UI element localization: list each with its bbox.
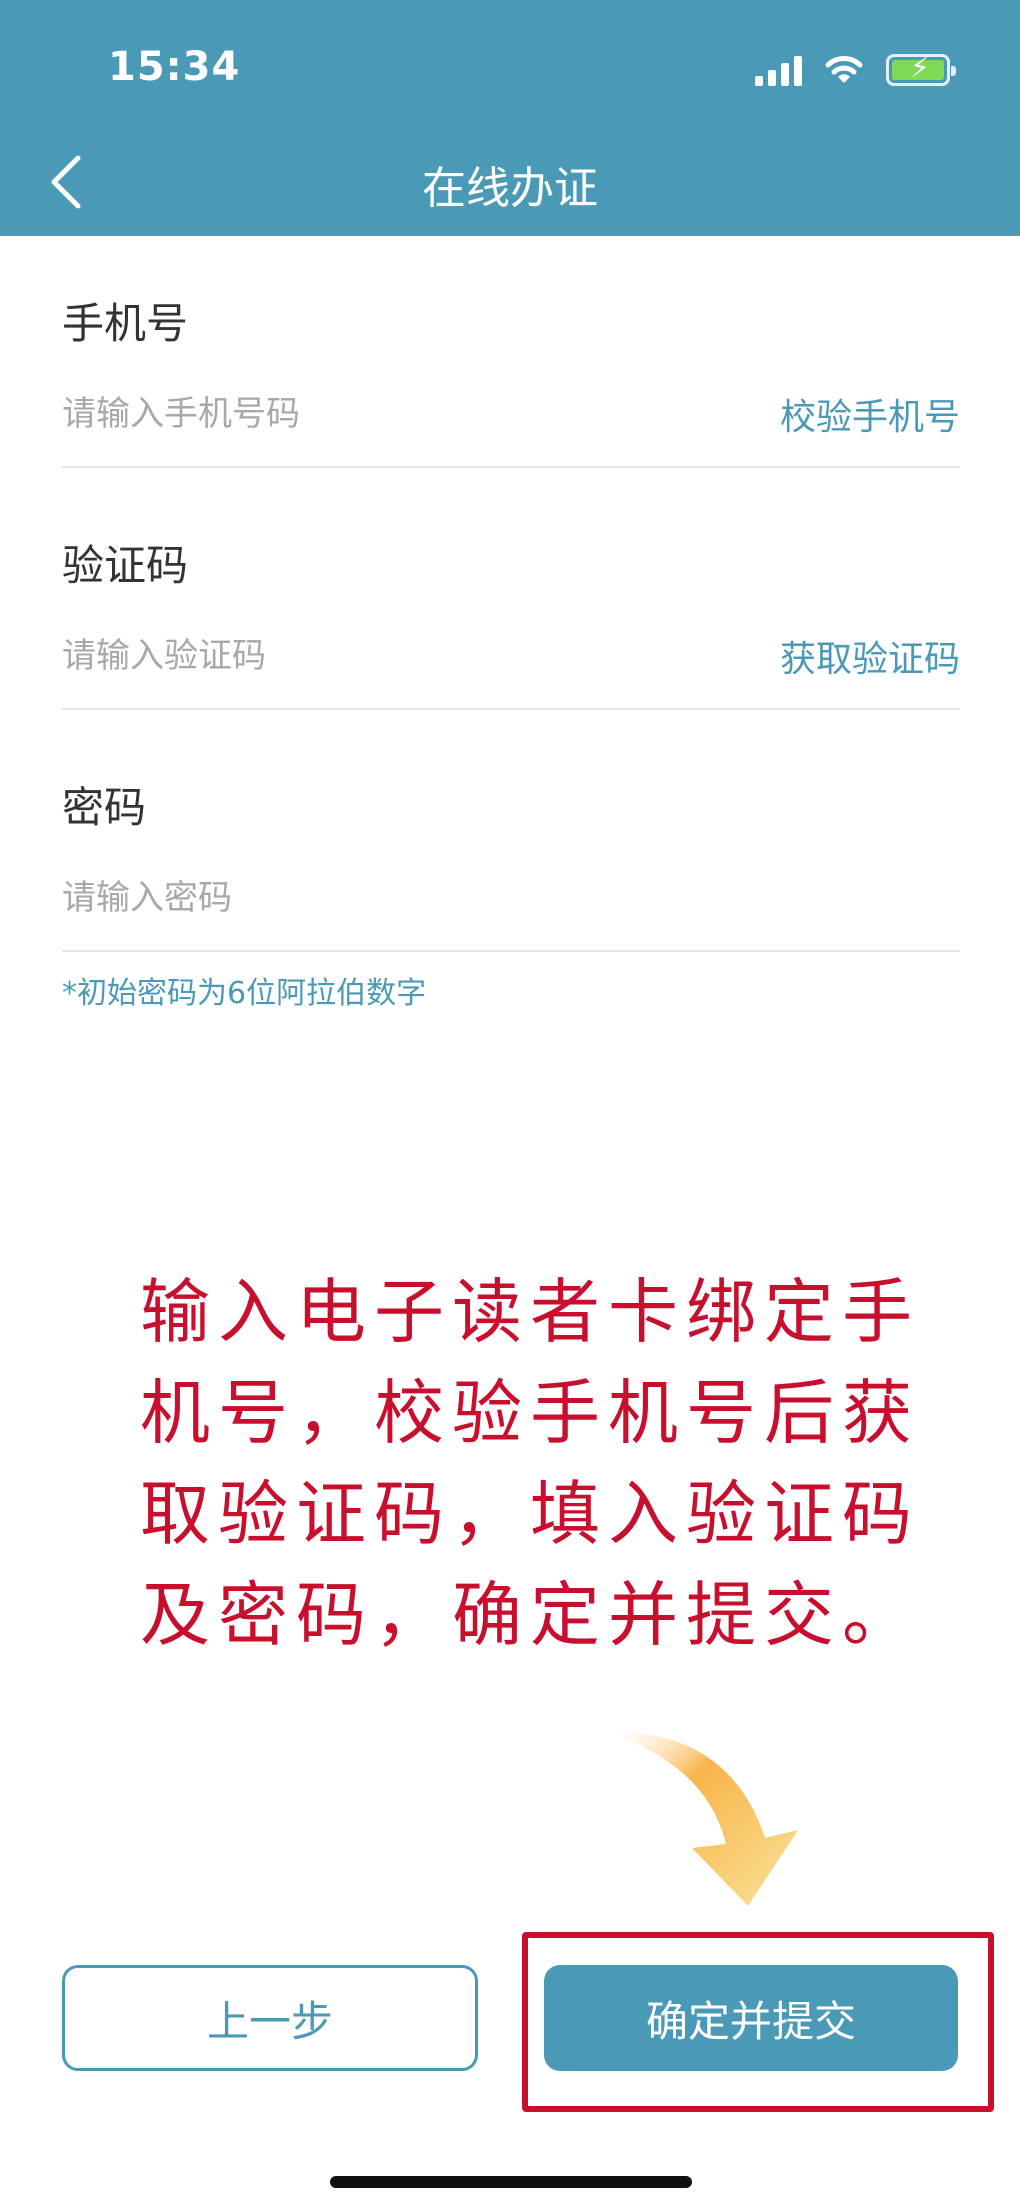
password-field-group: 密码 [62,774,960,952]
phone-divider [62,466,960,468]
status-icons: ⚡ [755,50,956,90]
get-code-button[interactable]: 获取验证码 [780,630,960,682]
phone-input[interactable] [62,394,780,434]
home-indicator [330,2176,692,2188]
navigation-header: 15:34 ⚡ 在线办证 [0,0,1020,236]
page-title: 在线办证 [422,163,598,214]
status-time: 15:34 [108,44,241,90]
password-input[interactable] [62,878,960,918]
phone-field-group: 手机号 校验手机号 [62,290,960,468]
phone-label: 手机号 [62,299,189,348]
password-input-row [62,858,960,938]
password-divider [62,950,960,952]
phone-input-row: 校验手机号 [62,374,960,454]
arrow-down-icon [610,1731,798,1906]
code-divider [62,708,960,710]
code-input[interactable] [62,636,780,676]
code-label: 验证码 [62,541,189,590]
instruction-annotation: 输入电子读者卡绑定手机号，校验手机号后获取验证码，填入验证码及密码，确定并提交。 [140,1271,920,1656]
password-label: 密码 [62,783,147,832]
password-hint: *初始密码为6位阿拉伯数字 [62,976,427,1011]
battery-charging-icon: ⚡ [886,54,956,86]
code-input-row: 获取验证码 [62,616,960,696]
confirm-submit-button[interactable]: 确定并提交 [544,1965,958,2071]
wifi-icon [825,56,863,83]
verify-phone-button[interactable]: 校验手机号 [780,388,960,440]
signal-icon [755,54,802,86]
previous-step-button[interactable]: 上一步 [62,1965,478,2071]
code-field-group: 验证码 获取验证码 [62,532,960,710]
